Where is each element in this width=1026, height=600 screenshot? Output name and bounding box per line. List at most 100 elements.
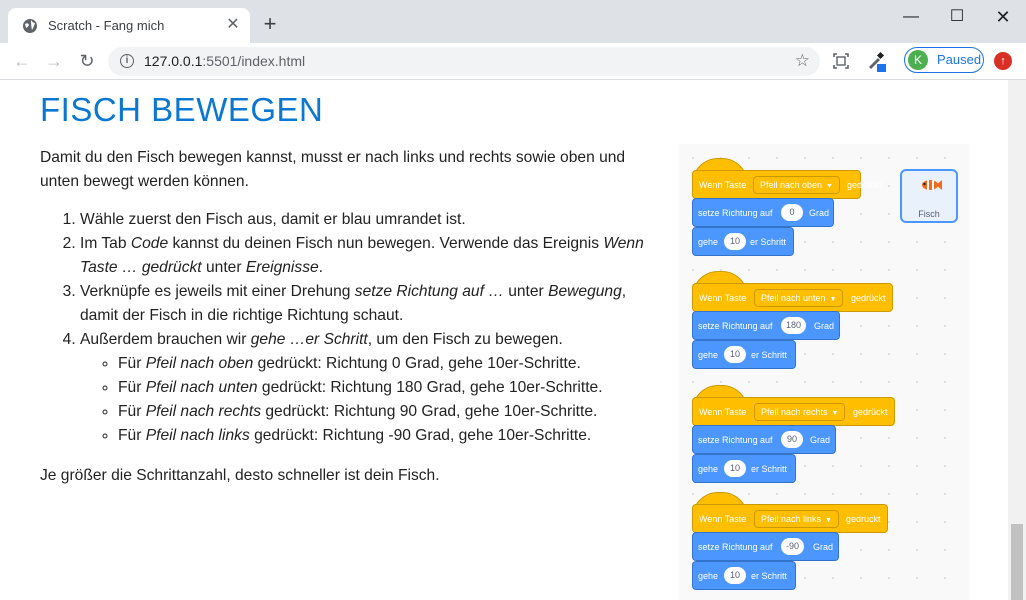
key-value: Pfeil nach unten bbox=[761, 293, 826, 303]
url-path: :5501/index.html bbox=[202, 53, 306, 69]
info-icon[interactable]: i bbox=[120, 54, 134, 68]
scroll-thumb[interactable] bbox=[1011, 524, 1023, 600]
steps-input[interactable]: 10 bbox=[724, 460, 746, 477]
sprite-card: Fisch bbox=[900, 169, 958, 223]
text: kannst du deinen Fisch nun bewegen. Verw… bbox=[168, 235, 604, 252]
address-bar[interactable]: i 127.0.0.1:5501/index.html ☆ bbox=[108, 47, 820, 76]
key-dropdown[interactable]: Pfeil nach oben ▼ bbox=[753, 176, 840, 194]
sub-step: Für Pfeil nach rechts gedrückt: Richtung… bbox=[118, 400, 660, 424]
emphasis: Pfeil nach links bbox=[145, 427, 250, 444]
avatar: K bbox=[908, 50, 928, 70]
direction-input[interactable]: 0 bbox=[781, 204, 803, 221]
bookmark-star-icon[interactable]: ☆ bbox=[795, 51, 810, 71]
point-in-direction-block[interactable]: setze Richtung auf -90 Grad bbox=[692, 532, 839, 561]
hat-label: Wenn Taste bbox=[699, 293, 747, 303]
unit-label: Grad bbox=[814, 321, 835, 331]
block-suffix: er Schritt bbox=[751, 571, 788, 581]
text: unter bbox=[201, 259, 246, 276]
move-steps-block[interactable]: gehe 10 er Schritt bbox=[692, 454, 796, 483]
text: gedrückt: Richtung -90 Grad, gehe 10er-S… bbox=[249, 427, 592, 444]
hat-suffix: gedrückt bbox=[846, 514, 881, 524]
maximize-button[interactable]: ☐ bbox=[934, 4, 980, 30]
minimize-button[interactable]: — bbox=[888, 4, 934, 30]
text: Für bbox=[118, 403, 146, 420]
sprite-name: Fisch bbox=[918, 209, 940, 219]
page-viewport: FISCH BEWEGEN Damit du den Fisch bewegen… bbox=[0, 80, 1008, 600]
key-dropdown[interactable]: Pfeil nach links ▼ bbox=[754, 510, 839, 528]
emphasis: Ereignisse bbox=[245, 259, 319, 276]
sub-step: Für Pfeil nach links gedrückt: Richtung … bbox=[118, 424, 660, 448]
text: Für bbox=[118, 427, 146, 444]
block-label: setze Richtung auf bbox=[698, 208, 773, 218]
close-window-button[interactable]: ✕ bbox=[980, 4, 1026, 30]
text: unter bbox=[503, 283, 549, 300]
eyedropper-extension-icon[interactable] bbox=[864, 49, 888, 73]
point-in-direction-block[interactable]: setze Richtung auf 0 Grad bbox=[692, 198, 834, 227]
hat-suffix: gedrückt bbox=[851, 293, 886, 303]
move-steps-block[interactable]: gehe 10 er Schritt bbox=[692, 227, 794, 256]
block-label: setze Richtung auf bbox=[698, 435, 773, 445]
step-1: Wähle zuerst den Fisch aus, damit er bla… bbox=[80, 208, 660, 232]
key-pressed-hat-block[interactable]: Wenn Taste Pfeil nach links ▼ gedrückt bbox=[692, 504, 888, 533]
key-pressed-hat-block[interactable]: Wenn Taste Pfeil nach unten ▼ gedrückt bbox=[692, 283, 893, 312]
emphasis: Code bbox=[130, 235, 169, 252]
hat-suffix: gedrückt bbox=[847, 180, 882, 190]
block-label: gehe bbox=[698, 350, 719, 360]
steps-input[interactable]: 10 bbox=[724, 346, 746, 363]
hat-label: Wenn Taste bbox=[699, 180, 747, 190]
point-in-direction-block[interactable]: setze Richtung auf 90 Grad bbox=[692, 425, 836, 454]
emphasis: Bewegung bbox=[548, 283, 622, 300]
page-scrollbar[interactable] bbox=[1008, 80, 1026, 600]
browser-toolbar: ← → ↻ i 127.0.0.1:5501/index.html ☆ K Pa… bbox=[0, 43, 1026, 80]
caret-down-icon: ▼ bbox=[829, 296, 837, 303]
key-pressed-hat-block[interactable]: Wenn Taste Pfeil nach oben ▼ gedrückt bbox=[692, 170, 882, 199]
point-in-direction-block[interactable]: setze Richtung auf 180 Grad bbox=[692, 311, 840, 340]
emphasis: Pfeil nach unten bbox=[145, 379, 258, 396]
emphasis: Pfeil nach oben bbox=[145, 355, 254, 372]
key-value: Pfeil nach oben bbox=[760, 180, 823, 190]
move-steps-block[interactable]: gehe 10 er Schritt bbox=[692, 340, 796, 369]
new-tab-button[interactable]: + bbox=[260, 13, 280, 35]
url-text[interactable]: 127.0.0.1:5501/index.html bbox=[144, 53, 305, 69]
move-steps-block[interactable]: gehe 10 er Schritt bbox=[692, 561, 796, 590]
key-dropdown[interactable]: Pfeil nach rechts ▼ bbox=[754, 403, 846, 421]
screenshot-icon[interactable] bbox=[829, 49, 853, 73]
update-icon[interactable]: ↑ bbox=[994, 52, 1012, 70]
text: Für bbox=[118, 379, 146, 396]
steps-input[interactable]: 10 bbox=[724, 567, 746, 584]
text: , um den Fisch zu bewegen. bbox=[367, 331, 563, 348]
script-pfeil-nach-oben: Wenn Taste Pfeil nach oben ▼ gedrückt set… bbox=[692, 158, 892, 273]
text: gedrückt: Richtung 180 Grad, gehe 10er-S… bbox=[257, 379, 603, 396]
script-pfeil-nach-rechts: Wenn Taste Pfeil nach rechts ▼ gedrückt s… bbox=[692, 385, 895, 500]
outro-paragraph: Je größer die Schrittanzahl, desto schne… bbox=[40, 467, 440, 484]
text: Verknüpfe es jeweils mit einer Drehung bbox=[80, 283, 355, 300]
sub-steps-list: Für Pfeil nach oben gedrückt: Richtung 0… bbox=[80, 352, 660, 448]
browser-tab[interactable]: Scratch - Fang mich ✕ bbox=[8, 8, 250, 43]
unit-label: Grad bbox=[813, 542, 834, 552]
profile-status: Paused bbox=[937, 52, 982, 67]
url-host: 127.0.0.1 bbox=[144, 53, 203, 69]
step-4: Außerdem brauchen wir gehe …er Schritt, … bbox=[80, 328, 660, 448]
direction-input[interactable]: -90 bbox=[781, 538, 805, 555]
forward-button[interactable]: → bbox=[42, 49, 66, 73]
caret-down-icon: ▼ bbox=[831, 410, 839, 417]
close-tab-icon[interactable]: ✕ bbox=[224, 16, 242, 34]
block-label: gehe bbox=[698, 237, 719, 247]
key-pressed-hat-block[interactable]: Wenn Taste Pfeil nach rechts ▼ gedrückt bbox=[692, 397, 895, 426]
block-label: gehe bbox=[698, 571, 719, 581]
block-label: gehe bbox=[698, 464, 719, 474]
back-button[interactable]: ← bbox=[10, 49, 34, 73]
block-suffix: er Schritt bbox=[751, 464, 788, 474]
direction-input[interactable]: 180 bbox=[781, 317, 807, 334]
globe-icon bbox=[23, 19, 37, 33]
intro-paragraph: Damit du den Fisch bewegen kannst, musst… bbox=[40, 149, 626, 190]
block-suffix: er Schritt bbox=[751, 350, 788, 360]
key-dropdown[interactable]: Pfeil nach unten ▼ bbox=[754, 289, 844, 307]
direction-input[interactable]: 90 bbox=[781, 431, 803, 448]
scratch-code-panel: Fisch Wenn Taste Pfeil nach oben ▼ gedrüc… bbox=[679, 144, 969, 600]
reload-button[interactable]: ↻ bbox=[75, 49, 99, 73]
profile-button[interactable]: K Paused bbox=[904, 47, 984, 73]
script-pfeil-nach-unten: Wenn Taste Pfeil nach unten ▼ gedrückt se… bbox=[692, 271, 893, 386]
step-3: Verknüpfe es jeweils mit einer Drehung s… bbox=[80, 280, 660, 328]
steps-input[interactable]: 10 bbox=[724, 233, 746, 250]
